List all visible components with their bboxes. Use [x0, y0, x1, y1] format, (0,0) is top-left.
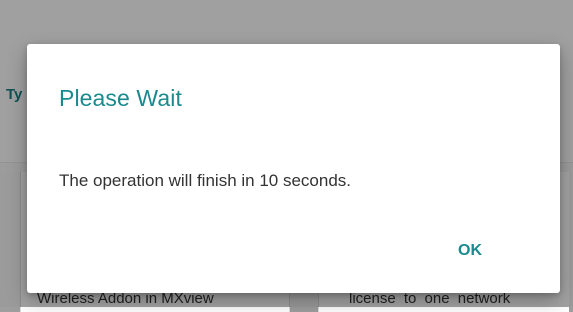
dialog-title: Please Wait — [59, 85, 182, 111]
ok-button[interactable]: OK — [440, 234, 500, 268]
please-wait-dialog: Please Wait The operation will finish in… — [27, 44, 560, 293]
dialog-message: The operation will finish in 10 seconds. — [59, 171, 351, 190]
